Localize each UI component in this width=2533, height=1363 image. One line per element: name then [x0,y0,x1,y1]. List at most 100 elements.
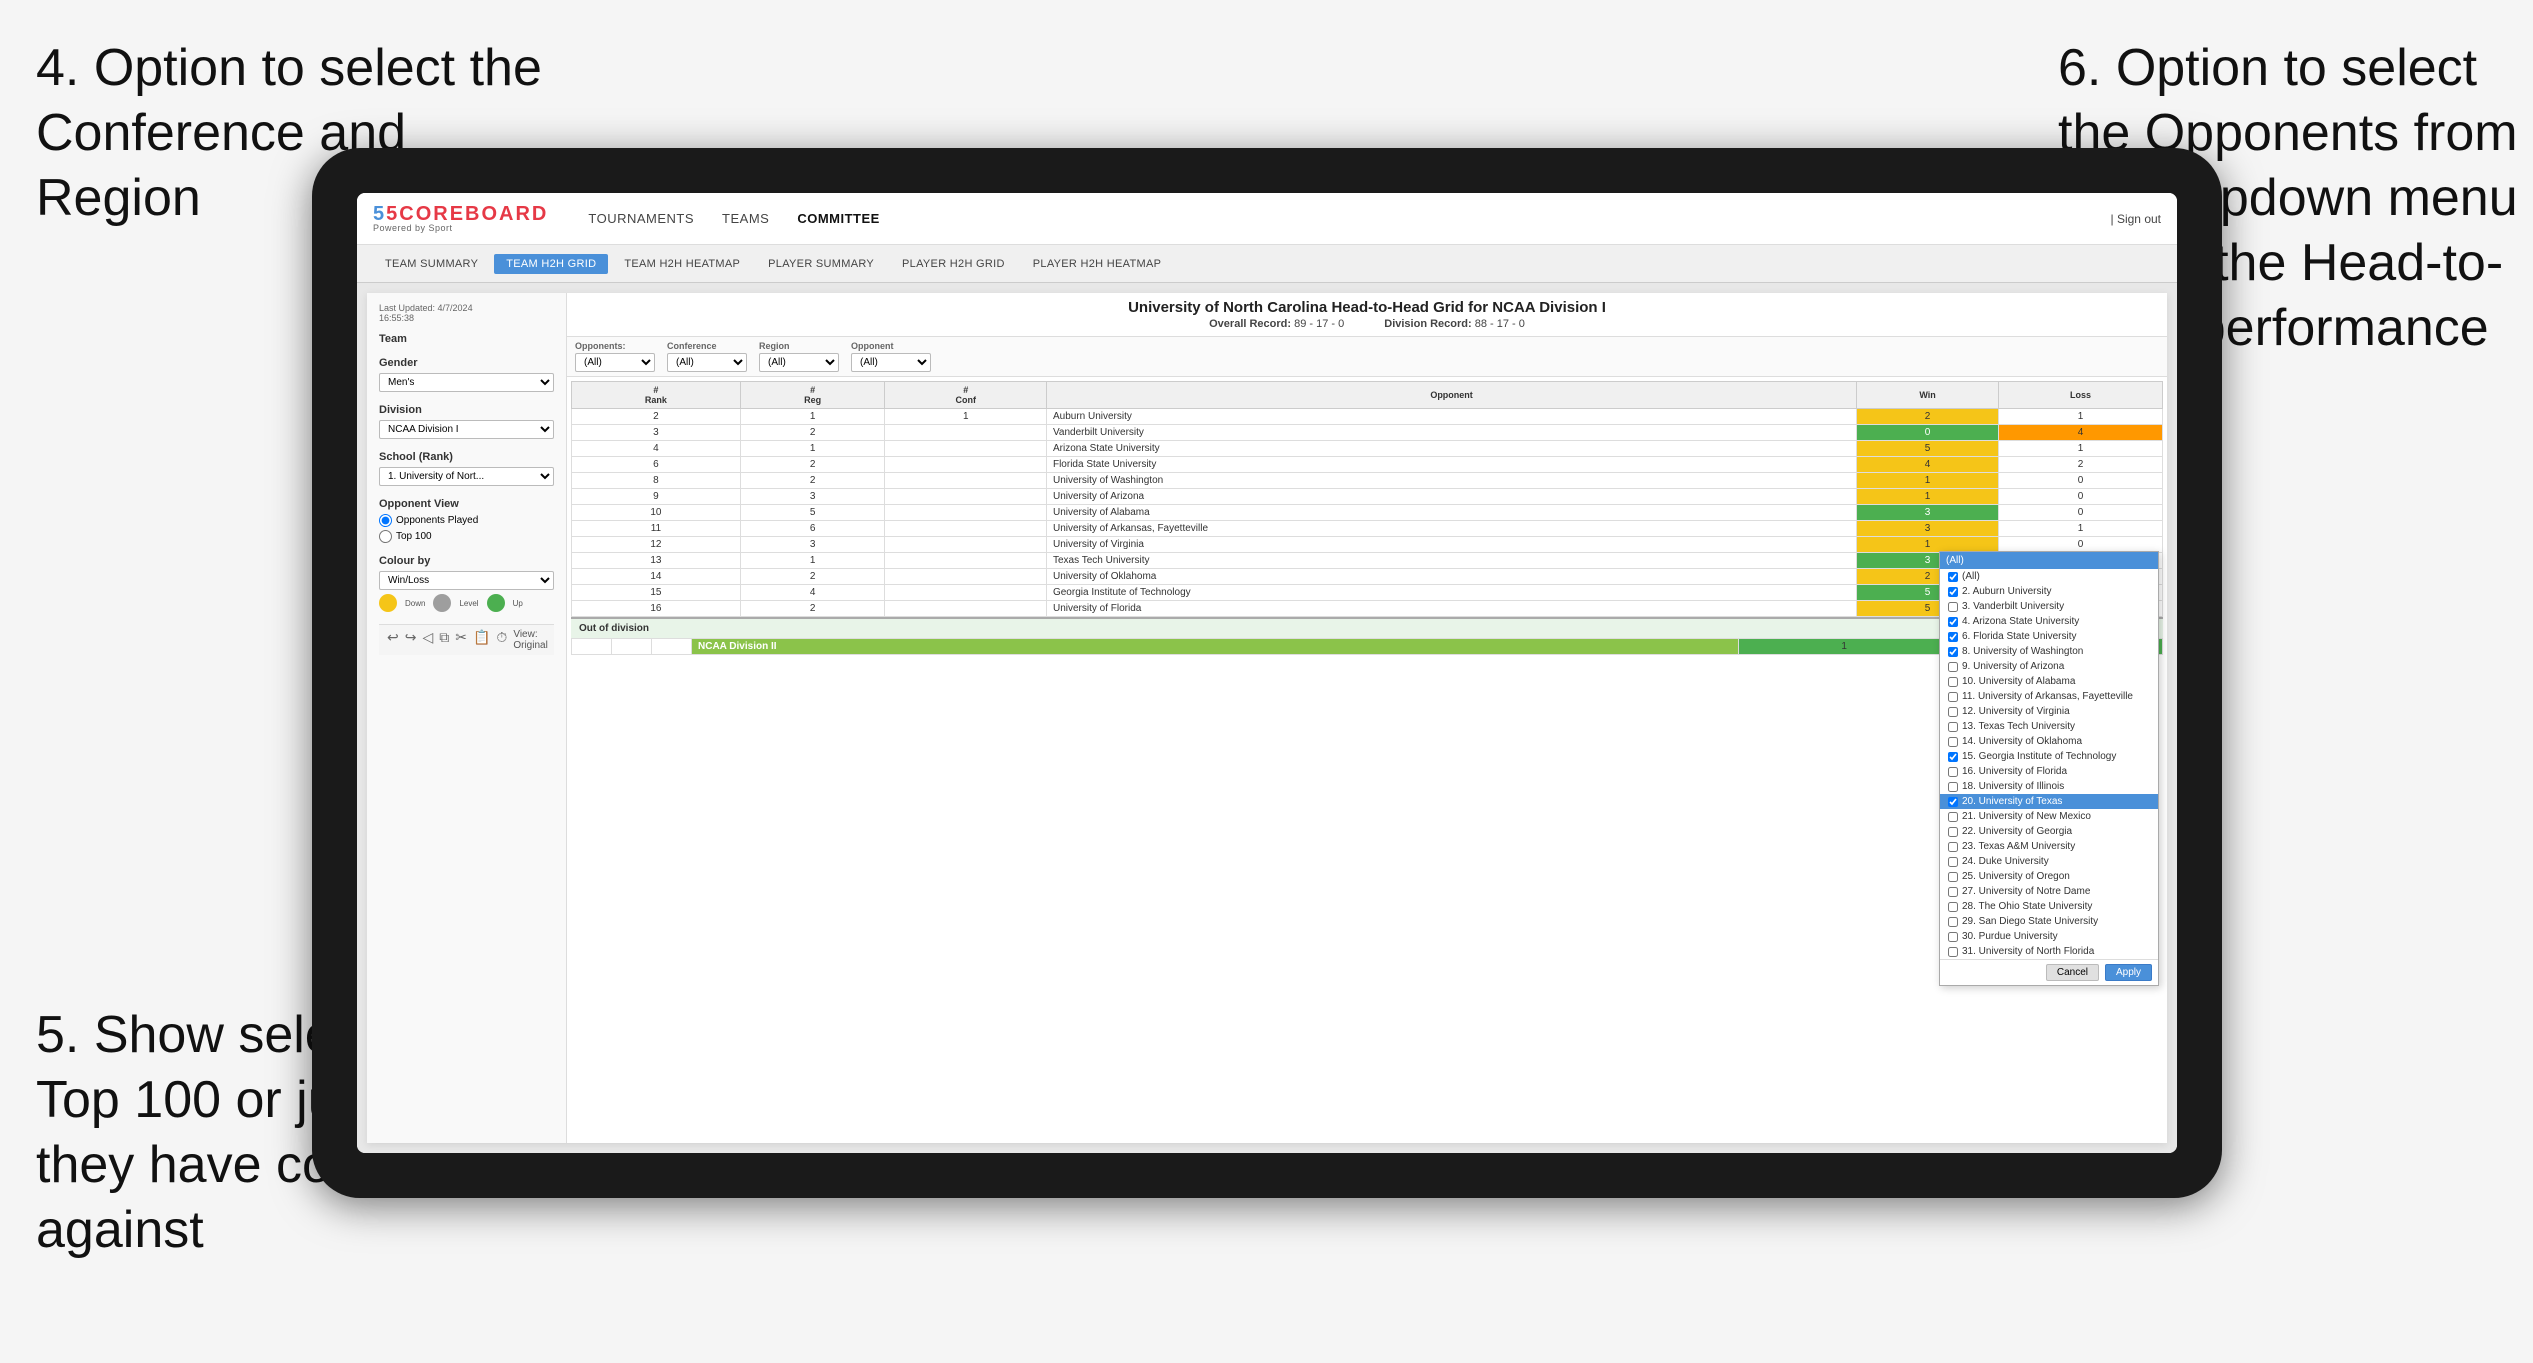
dropdown-item[interactable]: 25. University of Oregon [1940,869,2158,884]
radio-top100-label: Top 100 [396,531,432,542]
out-of-division-row: NCAA Division II 1 0 [572,639,2163,655]
dropdown-item[interactable]: 23. Texas A&M University [1940,839,2158,854]
col-reg: #Reg [740,382,885,409]
cut-icon[interactable]: ✂ [455,629,467,651]
team-label: Team [379,333,554,345]
cancel-button[interactable]: Cancel [2046,964,2099,981]
dropdown-item[interactable]: 18. University of Illinois [1940,779,2158,794]
dropdown-item[interactable]: 15. Georgia Institute of Technology [1940,749,2158,764]
sub-nav-player-h2h-grid[interactable]: PLAYER H2H GRID [890,254,1017,274]
sub-nav-h2h-grid[interactable]: TEAM H2H GRID [494,254,608,274]
dropdown-item[interactable]: 3. Vanderbilt University [1940,599,2158,614]
view-label: View: Original [513,629,547,651]
nav-tournaments[interactable]: TOURNAMENTS [588,211,694,226]
division-select[interactable]: NCAA Division I [379,420,554,439]
clock-icon[interactable]: ⏱ [496,629,507,651]
dropdown-item[interactable]: 16. University of Florida [1940,764,2158,779]
col-conf: #Conf [885,382,1046,409]
table-row: 6 2 Florida State University 4 2 [572,457,2163,473]
dropdown-item[interactable]: 9. University of Arizona [1940,659,2158,674]
undo-icon[interactable]: ↩ [387,629,399,651]
copy-icon[interactable]: ⧉ [439,629,449,651]
sub-nav-team-summary[interactable]: TEAM SUMMARY [373,254,490,274]
opponent-view-label: Opponent View [379,498,554,510]
sub-nav: TEAM SUMMARY TEAM H2H GRID TEAM H2H HEAT… [357,245,2177,283]
opponents-filter-select[interactable]: (All) [575,353,655,372]
table-row: 9 3 University of Arizona 1 0 [572,489,2163,505]
conference-filter-select[interactable]: (All) [667,353,747,372]
dropdown-item[interactable]: 30. Purdue University [1940,929,2158,944]
dropdown-item[interactable]: 29. San Diego State University [1940,914,2158,929]
dropdown-item[interactable]: 12. University of Virginia [1940,704,2158,719]
table-row: 11 6 University of Arkansas, Fayettevill… [572,521,2163,537]
out-of-division-label: Out of division [571,617,2163,638]
radio-opponents-played[interactable] [379,514,392,527]
sub-nav-h2h-heatmap[interactable]: TEAM H2H HEATMAP [612,254,752,274]
gender-select[interactable]: Men's [379,373,554,392]
dropdown-item[interactable]: 14. University of Oklahoma [1940,734,2158,749]
dropdown-item[interactable]: 31. University of North Florida [1940,944,2158,959]
dropdown-item[interactable]: 4. Arizona State University [1940,614,2158,629]
dropdown-item[interactable]: 28. The Ohio State University [1940,899,2158,914]
col-opponent: Opponent [1046,382,1856,409]
nav-committee[interactable]: COMMITTEE [797,211,880,226]
dropdown-item[interactable]: 6. Florida State University [1940,629,2158,644]
report-area: Last Updated: 4/7/2024 16:55:38 Team Gen… [367,293,2167,1143]
nav-bar: 55COREBOARD Powered by Sport TOURNAMENTS… [357,193,2177,245]
dot-level-label: Level [459,599,478,608]
radio-opponents-played-label: Opponents Played [396,515,478,526]
apply-button[interactable]: Apply [2105,964,2152,981]
sub-nav-player-summary[interactable]: PLAYER SUMMARY [756,254,886,274]
radio-top100[interactable] [379,530,392,543]
colour-label: Colour by [379,555,554,567]
table-row: 2 1 1 Auburn University 2 1 [572,409,2163,425]
overall-record-label: Overall Record: 89 - 17 - 0 [1209,318,1344,330]
filters-row: Opponents: (All) Conference (All) [567,337,2167,377]
dot-down-label: Down [405,599,425,608]
tablet-screen: 55COREBOARD Powered by Sport TOURNAMENTS… [357,193,2177,1153]
dropdown-item[interactable]: 20. University of Texas [1940,794,2158,809]
tablet-device: 55COREBOARD Powered by Sport TOURNAMENTS… [312,148,2222,1198]
dropdown-item[interactable]: 10. University of Alabama [1940,674,2158,689]
out-of-division-table: NCAA Division II 1 0 [571,638,2163,655]
school-select[interactable]: 1. University of Nort... [379,467,554,486]
dot-level [433,594,451,612]
dropdown-header: (All) [1940,552,2158,569]
region-filter-select[interactable]: (All) [759,353,839,372]
dropdown-item[interactable]: 24. Duke University [1940,854,2158,869]
dropdown-item[interactable]: 13. Texas Tech University [1940,719,2158,734]
dropdown-item[interactable]: (All) [1940,569,2158,584]
col-rank: #Rank [572,382,741,409]
colour-select[interactable]: Win/Loss [379,571,554,590]
opponents-filter-label: Opponents: [575,341,655,351]
col-win: Win [1857,382,1999,409]
opponent-dropdown[interactable]: (All) (All) 2. Auburn University 3. Vand… [1939,551,2159,986]
region-filter-label: Region [759,341,839,351]
nav-links: TOURNAMENTS TEAMS COMMITTEE [588,211,879,226]
division-label: Division [379,404,554,416]
dot-down [379,594,397,612]
dropdown-item[interactable]: 21. University of New Mexico [1940,809,2158,824]
nav-signout[interactable]: | Sign out [2111,212,2161,226]
back-icon[interactable]: ◁ [422,629,433,651]
dropdown-item[interactable]: 2. Auburn University [1940,584,2158,599]
sub-nav-player-h2h-heatmap[interactable]: PLAYER H2H HEATMAP [1021,254,1173,274]
paste-icon[interactable]: 📋 [473,629,490,651]
dropdown-item[interactable]: 22. University of Georgia [1940,824,2158,839]
redo-icon[interactable]: ↪ [405,629,417,651]
dropdown-item[interactable]: 27. University of Notre Dame [1940,884,2158,899]
report-records: Overall Record: 89 - 17 - 0 Division Rec… [573,318,2161,330]
table-row: 14 2 University of Oklahoma 2 2 [572,569,2163,585]
table-row: 8 2 University of Washington 1 0 [572,473,2163,489]
dropdown-item[interactable]: 11. University of Arkansas, Fayetteville [1940,689,2158,704]
opponent-filter-select[interactable]: (All) [851,353,931,372]
table-row: 10 5 University of Alabama 3 0 [572,505,2163,521]
right-content: University of North Carolina Head-to-Hea… [567,293,2167,1143]
gender-label: Gender [379,357,554,369]
nav-teams[interactable]: TEAMS [722,211,769,226]
data-table: #Rank #Reg #Conf Opponent Win Loss 2 1 [571,381,2163,617]
dropdown-item[interactable]: 8. University of Washington [1940,644,2158,659]
dot-up-label: Up [513,599,523,608]
logo-sub: Powered by Sport [373,224,548,233]
report-header: University of North Carolina Head-to-Hea… [567,293,2167,337]
